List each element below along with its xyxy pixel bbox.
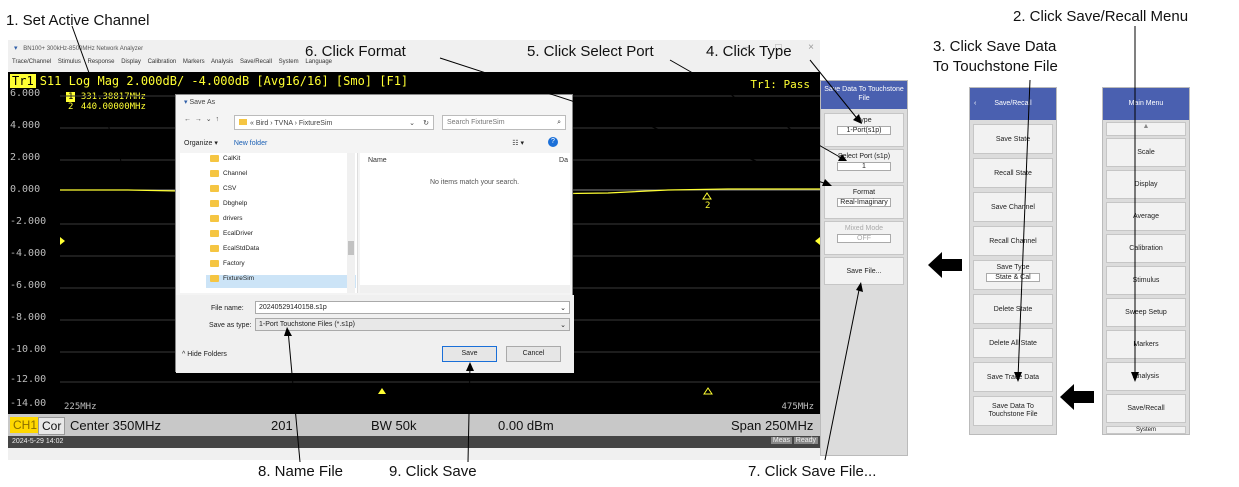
callout-step-3a: 3. Click Save Data [933, 38, 1057, 55]
callout-step-9: 9. Click Save [389, 463, 477, 480]
callout-step-7: 7. Click Save File... [748, 463, 877, 480]
callout-step-1: 1. Set Active Channel [6, 12, 150, 29]
callout-step-4: 4. Click Type [706, 43, 792, 60]
callout-step-5: 5. Click Select Port [527, 43, 654, 60]
callout-step-3b: To Touchstone File [933, 58, 1058, 75]
callout-step-8: 8. Name File [258, 463, 344, 480]
callout-step-2: 2. Click Save/Recall Menu [1013, 8, 1189, 25]
callout-step-6: 6. Click Format [305, 43, 406, 60]
